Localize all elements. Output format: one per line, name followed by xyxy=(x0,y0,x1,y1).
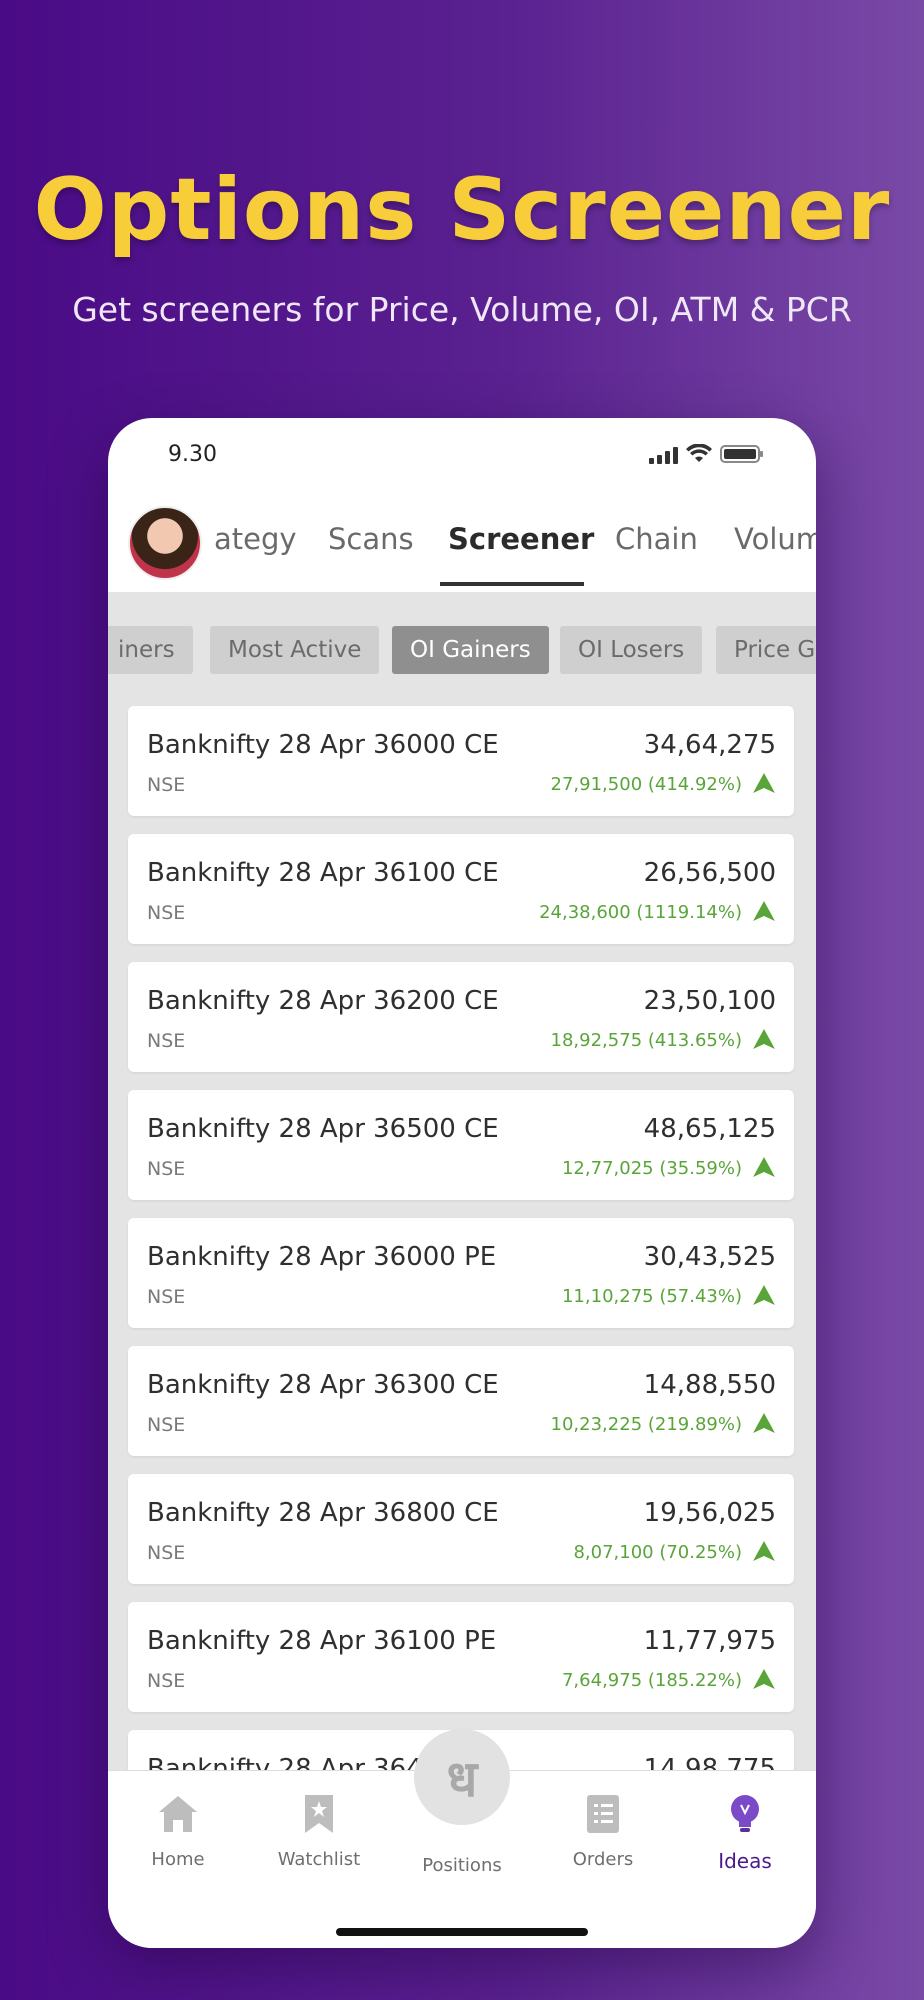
tab-volume[interactable]: Volum xyxy=(734,522,816,556)
bottom-nav: Home Watchlist ध Positions Orders Ideas xyxy=(108,1729,816,1948)
open-interest-value: 34,64,275 xyxy=(643,730,776,760)
oi-change: 11,10,275 (57.43%) xyxy=(561,1286,742,1307)
open-interest-value: 19,56,025 xyxy=(643,1498,776,1528)
chip-gainers[interactable]: iners xyxy=(108,626,193,674)
bookmark-star-icon xyxy=(305,1795,333,1833)
positions-logo-icon[interactable]: ध xyxy=(414,1729,510,1825)
oi-change: 10,23,225 (219.89%) xyxy=(550,1414,742,1435)
contract-name: Banknifty 28 Apr 36000 CE xyxy=(147,730,499,760)
oi-change: 18,92,575 (413.65%) xyxy=(550,1030,742,1051)
contract-name: Banknifty 28 Apr 36800 CE xyxy=(147,1498,499,1528)
contract-name: Banknifty 28 Apr 36000 PE xyxy=(147,1242,497,1272)
nav-ideas-label: Ideas xyxy=(718,1849,772,1873)
lightbulb-icon xyxy=(731,1795,759,1832)
phone-screen: 9.30 ategy Scans Screener Chain Volum in… xyxy=(108,418,816,1948)
active-tab-indicator xyxy=(440,582,584,586)
nav-watchlist[interactable]: Watchlist xyxy=(259,1793,379,1870)
chip-oi-losers[interactable]: OI Losers xyxy=(560,626,703,674)
screener-row[interactable]: Banknifty 28 Apr 36100 PE NSE 11,77,975 7,6… xyxy=(128,1602,794,1712)
contract-name: Banknifty 28 Apr 36100 PE xyxy=(147,1626,497,1656)
screener-row[interactable]: Banknifty 28 Apr 36300 CE NSE 14,88,550 10,… xyxy=(128,1346,794,1456)
nav-positions-label[interactable]: Positions xyxy=(402,1855,522,1876)
nav-orders-label: Orders xyxy=(572,1849,634,1870)
up-arrow-icon xyxy=(753,1029,775,1049)
nav-home[interactable]: Home xyxy=(118,1793,238,1870)
chip-most-active[interactable]: Most Active xyxy=(210,626,380,674)
screener-row[interactable]: Banknifty 28 Apr 36500 CE NSE 48,65,125 12,… xyxy=(128,1090,794,1200)
up-arrow-icon xyxy=(753,1669,775,1689)
chip-price-gainers[interactable]: Price Ga xyxy=(716,626,816,674)
battery-icon xyxy=(720,445,763,463)
oi-change: 24,38,600 (1119.14%) xyxy=(539,902,742,923)
up-arrow-icon xyxy=(753,1541,775,1561)
contract-name: Banknifty 28 Apr 36500 CE xyxy=(147,1114,499,1144)
open-interest-value: 30,43,525 xyxy=(643,1242,776,1272)
exchange-label: NSE xyxy=(147,1158,186,1180)
open-interest-value: 48,65,125 xyxy=(643,1114,776,1144)
nav-home-label: Home xyxy=(151,1849,205,1870)
screener-row[interactable]: Banknifty 28 Apr 36800 CE NSE 19,56,025 8,0… xyxy=(128,1474,794,1584)
tab-screener[interactable]: Screener xyxy=(448,522,594,556)
contract-name: Banknifty 28 Apr 36100 CE xyxy=(147,858,499,888)
up-arrow-icon xyxy=(753,901,775,921)
oi-change: 8,07,100 (70.25%) xyxy=(573,1542,742,1563)
exchange-label: NSE xyxy=(147,774,186,796)
up-arrow-icon xyxy=(753,773,775,793)
nav-watchlist-label: Watchlist xyxy=(277,1849,361,1870)
exchange-label: NSE xyxy=(147,1286,186,1308)
up-arrow-icon xyxy=(753,1157,775,1177)
open-interest-value: 14,88,550 xyxy=(643,1370,776,1400)
home-indicator xyxy=(336,1928,588,1936)
status-bar: 9.30 xyxy=(108,418,816,498)
up-arrow-icon xyxy=(753,1413,775,1433)
exchange-label: NSE xyxy=(147,1030,186,1052)
avatar[interactable] xyxy=(128,506,202,580)
status-time: 9.30 xyxy=(168,442,217,467)
screener-content: iners Most Active OI Gainers OI Losers P… xyxy=(108,592,816,1772)
exchange-label: NSE xyxy=(147,902,186,924)
contract-name: Banknifty 28 Apr 36200 CE xyxy=(147,986,499,1016)
tab-scans[interactable]: Scans xyxy=(328,522,414,556)
tab-bar: ategy Scans Screener Chain Volum xyxy=(108,500,816,592)
nav-ideas[interactable]: Ideas xyxy=(685,1793,805,1873)
oi-change: 7,64,975 (185.22%) xyxy=(561,1670,742,1691)
hero-subtitle: Get screeners for Price, Volume, OI, ATM… xyxy=(72,290,852,329)
home-icon xyxy=(159,1796,197,1832)
up-arrow-icon xyxy=(753,1285,775,1305)
signal-icon xyxy=(649,446,678,464)
chip-oi-gainers[interactable]: OI Gainers xyxy=(392,626,549,674)
orders-list-icon xyxy=(587,1795,619,1833)
screener-row[interactable]: Banknifty 28 Apr 36100 CE NSE 26,56,500 24,… xyxy=(128,834,794,944)
exchange-label: NSE xyxy=(147,1542,186,1564)
contract-name: Banknifty 28 Apr 36300 CE xyxy=(147,1370,499,1400)
wifi-icon xyxy=(686,444,712,462)
screener-row[interactable]: Banknifty 28 Apr 36200 CE NSE 23,50,100 18,… xyxy=(128,962,794,1072)
exchange-label: NSE xyxy=(147,1414,186,1436)
nav-orders[interactable]: Orders xyxy=(543,1793,663,1870)
screener-row[interactable]: Banknifty 28 Apr 36000 PE NSE 30,43,525 11,… xyxy=(128,1218,794,1328)
screener-list: Banknifty 28 Apr 36000 CE NSE 34,64,275 27,… xyxy=(128,706,794,1772)
screener-row[interactable]: Banknifty 28 Apr 36000 CE NSE 34,64,275 27,… xyxy=(128,706,794,816)
oi-change: 27,91,500 (414.92%) xyxy=(550,774,742,795)
exchange-label: NSE xyxy=(147,1670,186,1692)
tab-chain[interactable]: Chain xyxy=(615,522,698,556)
hero-title: Options Screener xyxy=(33,160,891,260)
open-interest-value: 26,56,500 xyxy=(643,858,776,888)
open-interest-value: 11,77,975 xyxy=(643,1626,776,1656)
tab-strategy[interactable]: ategy xyxy=(214,522,297,556)
filter-chips: iners Most Active OI Gainers OI Losers P… xyxy=(108,626,816,674)
oi-change: 12,77,025 (35.59%) xyxy=(561,1158,742,1179)
open-interest-value: 23,50,100 xyxy=(643,986,776,1016)
